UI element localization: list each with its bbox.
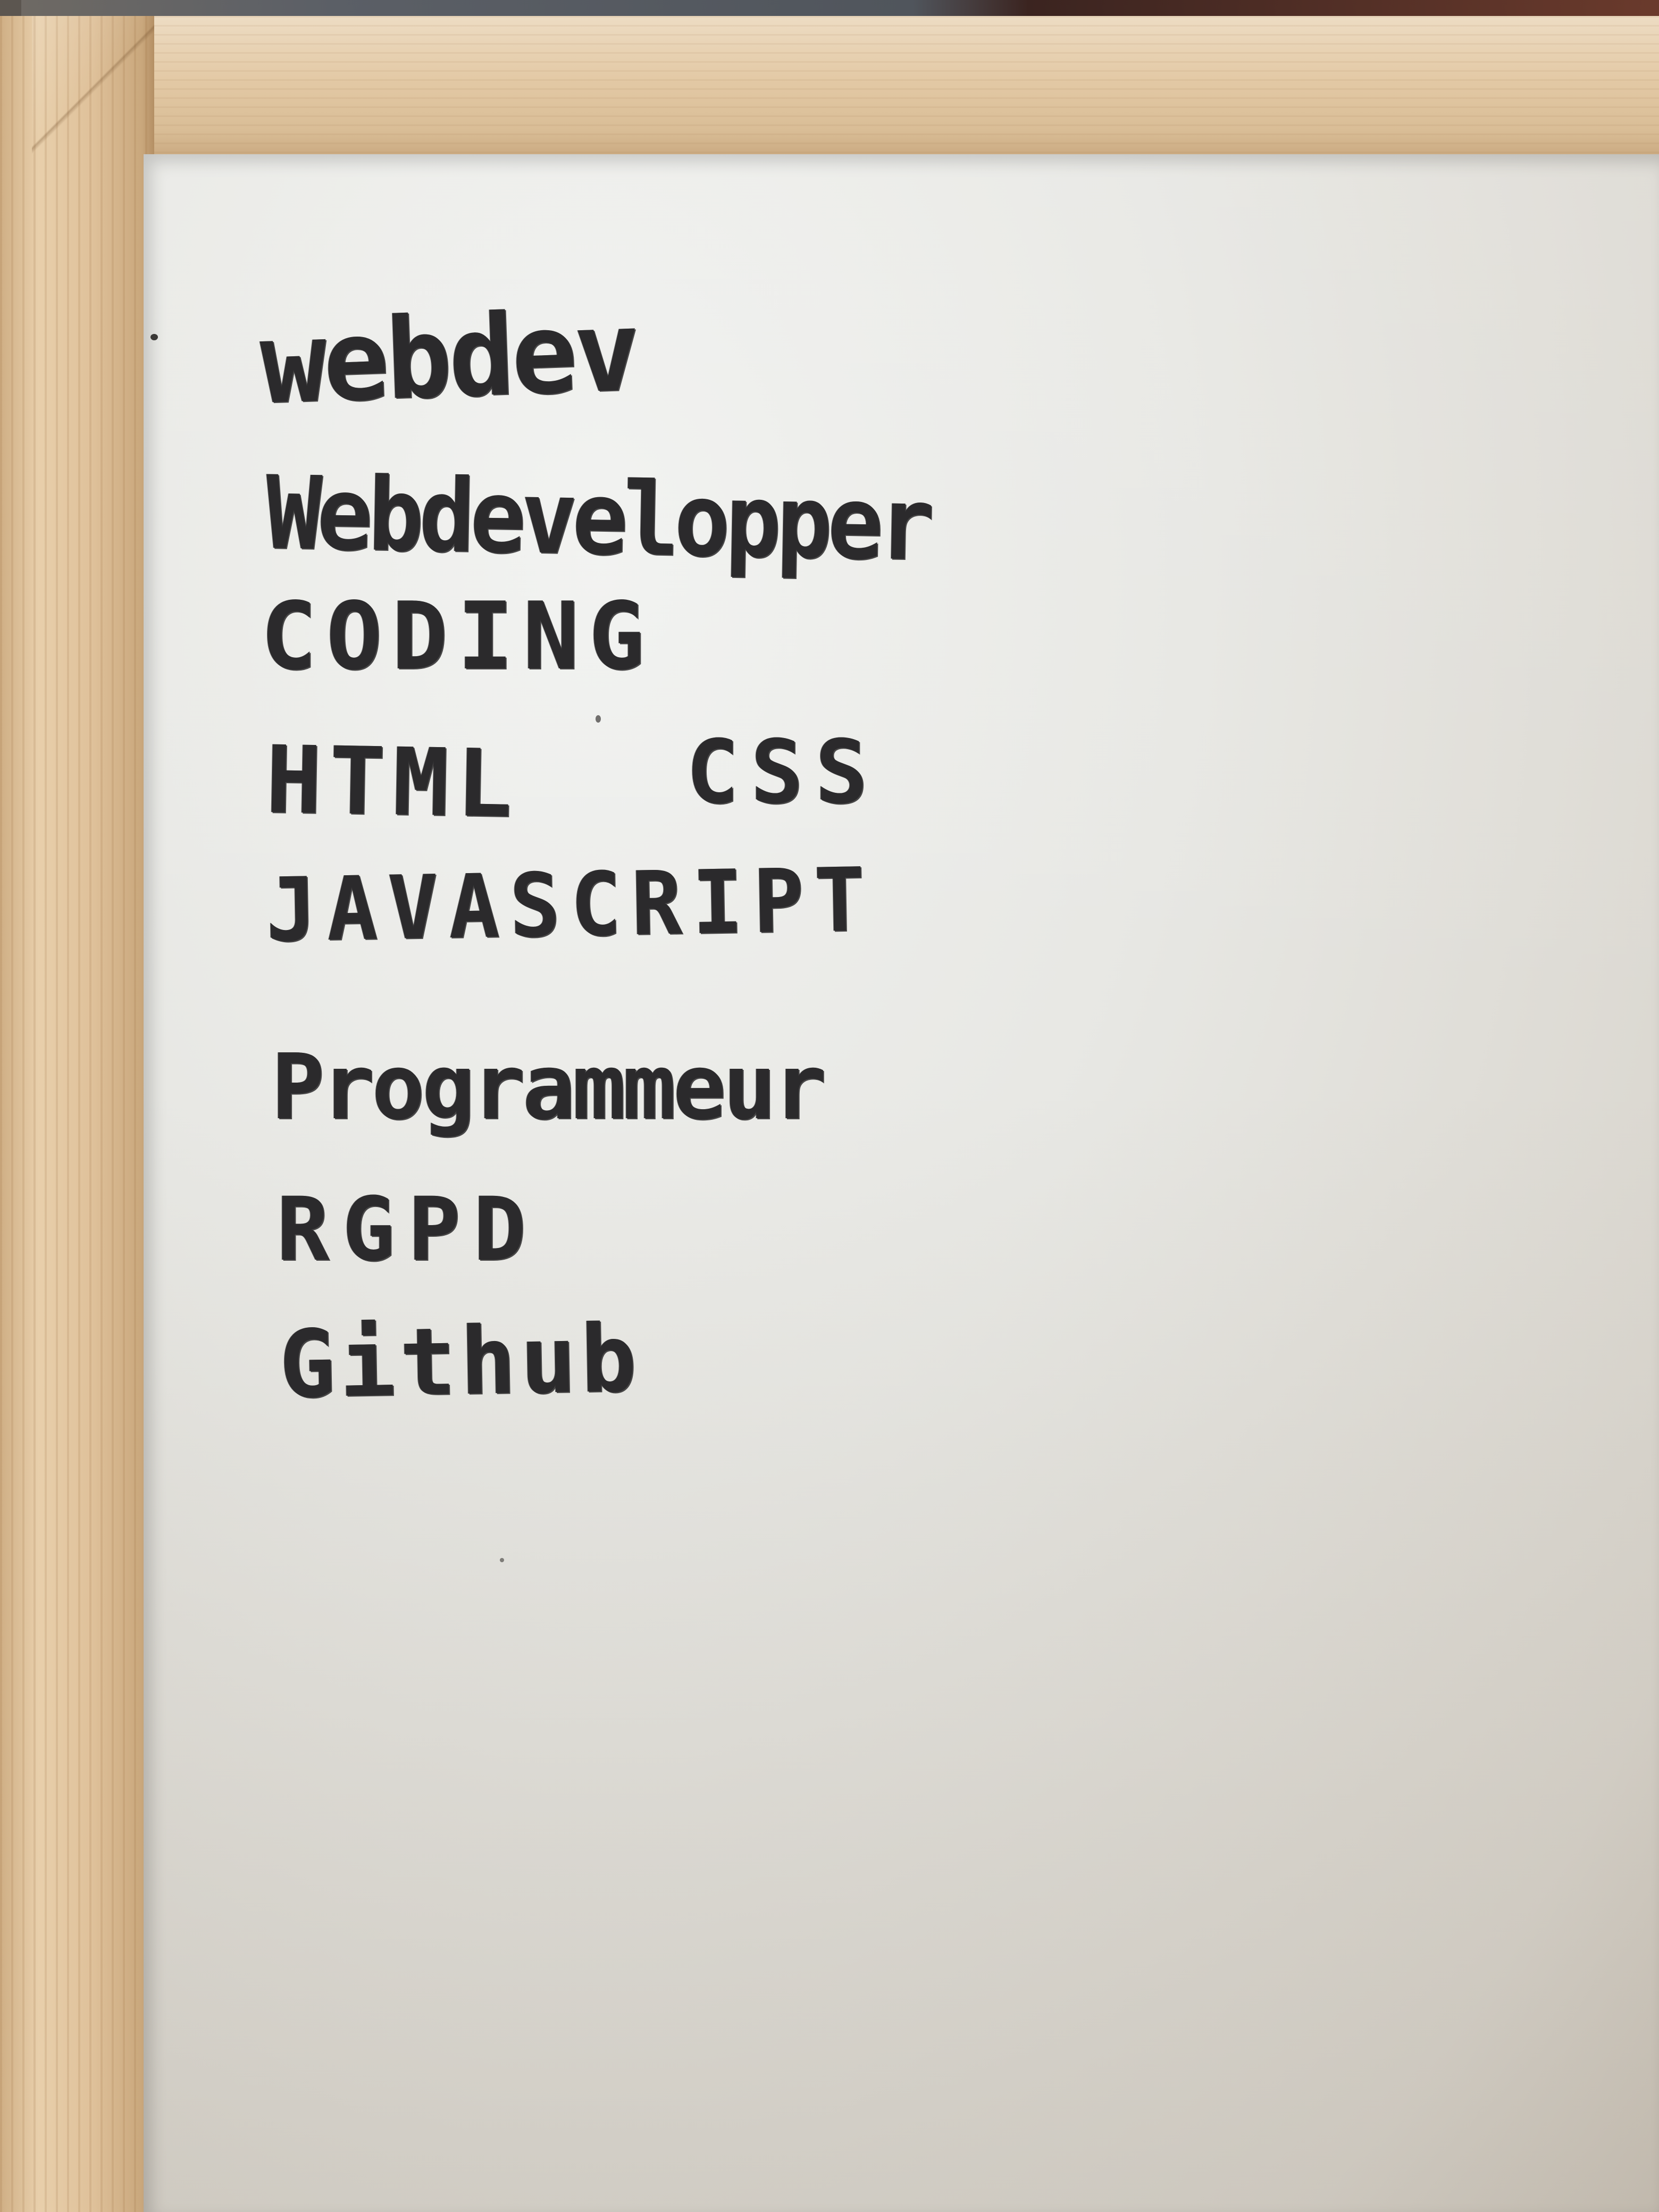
marker-speck	[500, 1558, 504, 1562]
handwritten-word-github: Github	[278, 1305, 642, 1419]
handwritten-word-css: CSS	[686, 721, 880, 823]
handwritten-word-rgpd: RGPD	[276, 1178, 539, 1280]
handwritten-word-javascript: JAVASCRIPT	[265, 849, 876, 961]
handwritten-word-programmeur: Programmeur	[271, 1035, 827, 1140]
wooden-frame-left	[0, 16, 154, 2212]
handwritten-word-coding: CODING	[261, 583, 655, 691]
marker-speck	[150, 334, 158, 340]
wooden-frame-corner	[32, 16, 154, 160]
handwritten-word-webdevelopper: Webdevelopper	[265, 454, 931, 583]
handwritten-word-webdev: webdev	[258, 286, 639, 429]
wooden-frame-top	[32, 16, 1659, 160]
marker-speck	[596, 715, 601, 723]
handwritten-word-html: HTML	[265, 726, 521, 839]
